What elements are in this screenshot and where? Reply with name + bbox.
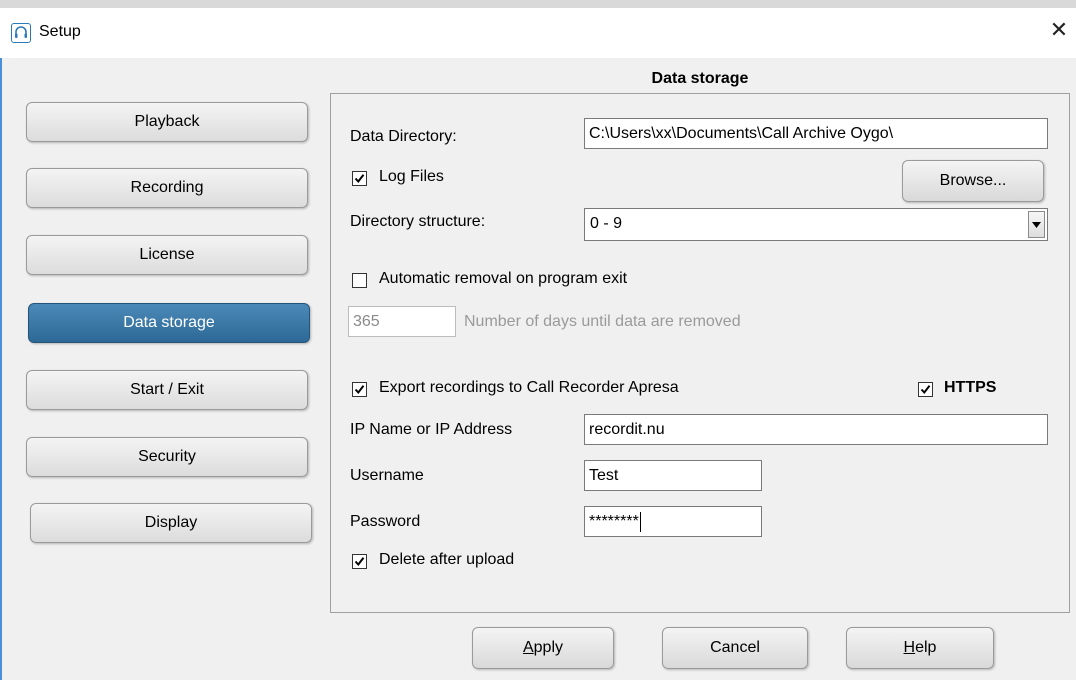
username-label: Username	[350, 467, 424, 484]
days-input[interactable]: 365	[348, 306, 456, 337]
top-border	[0, 0, 1076, 8]
password-value: ********	[589, 513, 639, 530]
delete-after-upload-label: Delete after upload	[379, 551, 515, 568]
data-directory-input[interactable]: C:\Users\xx\Documents\Call Archive Oygo\	[584, 118, 1048, 149]
ip-label: IP Name or IP Address	[350, 421, 513, 438]
export-label: Export recordings to Call Recorder Apres…	[379, 379, 679, 396]
directory-structure-select[interactable]: 0 - 9	[584, 208, 1048, 241]
browse-button[interactable]: Browse...	[902, 160, 1044, 202]
headset-icon	[11, 23, 31, 43]
days-label: Number of days until data are removed	[464, 313, 741, 330]
log-files-checkbox[interactable]	[352, 171, 367, 186]
nav-button-start-exit[interactable]: Start / Exit	[26, 370, 308, 410]
delete-after-upload-checkbox[interactable]	[352, 554, 367, 569]
window-edge	[0, 58, 2, 680]
nav-button-display[interactable]: Display	[30, 503, 312, 543]
https-label: HTTPS	[944, 379, 997, 396]
ip-input[interactable]: recordit.nu	[584, 414, 1048, 445]
password-input[interactable]: ********	[584, 506, 762, 537]
apply-accelerator: A	[522, 639, 534, 656]
https-checkbox[interactable]	[918, 382, 933, 397]
directory-structure-value: 0 - 9	[590, 215, 623, 232]
nav-button-recording[interactable]: Recording	[26, 168, 308, 208]
help-accelerator: H	[903, 639, 916, 656]
nav-button-data-storage[interactable]: Data storage	[28, 303, 310, 343]
apply-label: pply	[533, 639, 564, 656]
close-icon[interactable]: ✕	[1046, 18, 1072, 44]
help-label: elp	[915, 639, 937, 656]
chevron-down-icon	[1032, 222, 1041, 228]
title-bar[interactable]: Setup ✕	[0, 8, 1076, 58]
checkmark-icon	[354, 385, 365, 395]
nav-button-security[interactable]: Security	[26, 437, 308, 477]
window-title: Setup	[39, 23, 81, 40]
data-directory-label: Data Directory:	[350, 128, 457, 145]
nav-button-license[interactable]: License	[26, 235, 308, 275]
auto-removal-checkbox[interactable]	[352, 273, 367, 288]
directory-structure-label: Directory structure:	[350, 213, 486, 230]
export-checkbox[interactable]	[352, 382, 367, 397]
checkmark-icon	[920, 385, 931, 395]
checkmark-icon	[354, 557, 365, 567]
dropdown-button[interactable]	[1028, 211, 1045, 238]
log-files-label: Log Files	[379, 168, 444, 185]
checkmark-icon	[354, 174, 365, 184]
text-cursor	[639, 511, 641, 532]
nav-button-playback[interactable]: Playback	[26, 102, 308, 142]
cancel-button[interactable]: Cancel	[662, 627, 808, 669]
section-title: Data storage	[651, 70, 749, 87]
help-button[interactable]: Help	[846, 627, 994, 669]
auto-removal-label: Automatic removal on program exit	[379, 270, 628, 287]
password-label: Password	[350, 513, 421, 530]
apply-button[interactable]: Apply	[472, 627, 614, 669]
username-input[interactable]: Test	[584, 460, 762, 491]
